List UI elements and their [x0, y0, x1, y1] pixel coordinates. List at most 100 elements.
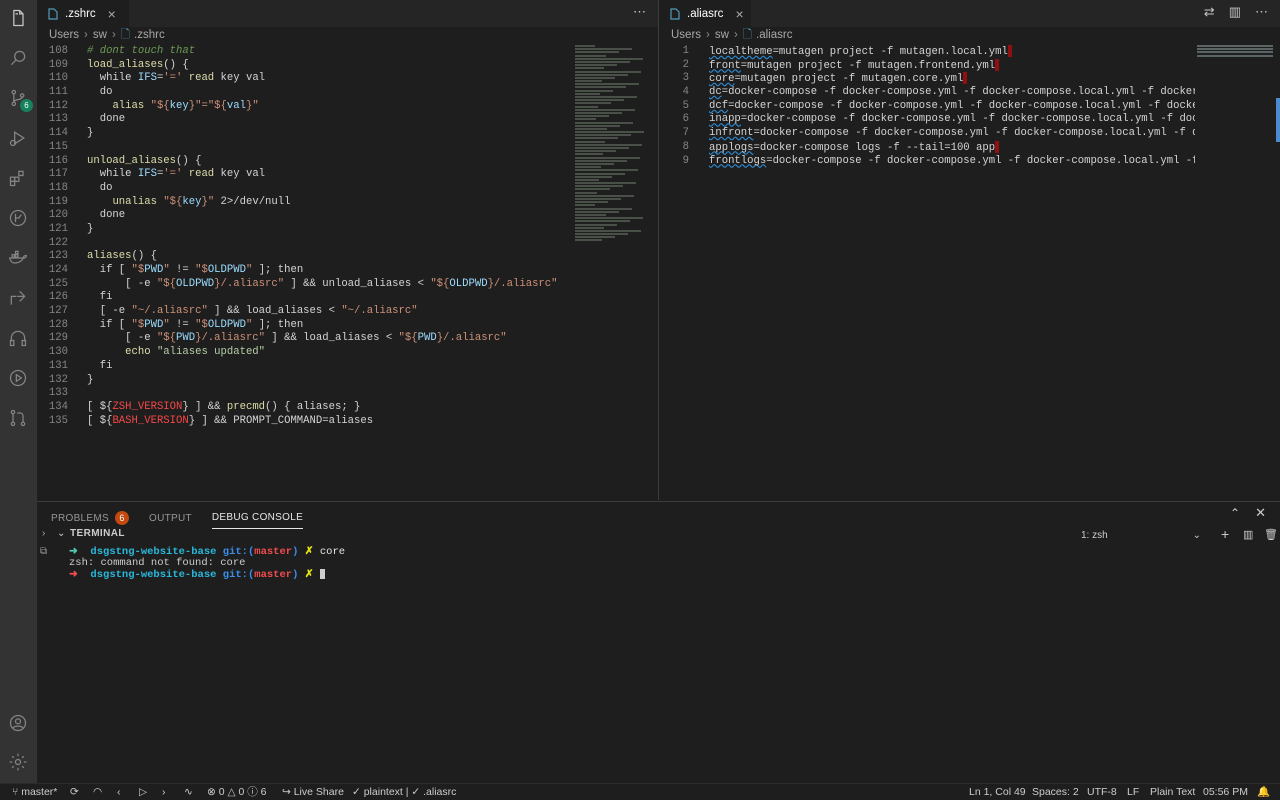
breadcrumb-item[interactable]: .aliasrc	[756, 29, 792, 41]
close-icon[interactable]: ×	[735, 6, 743, 22]
code-line[interactable]: 9 frontlogs=docker-compose -f docker-comp…	[659, 155, 1195, 169]
more-actions-icon[interactable]: ⋯	[633, 4, 646, 20]
code-line[interactable]: 128 if [ "$PWD" != "$OLDPWD" ]; then	[37, 319, 567, 333]
branch-status[interactable]: ⑂ master*	[12, 784, 57, 800]
panel-tab[interactable]: OUTPUT	[149, 507, 192, 529]
code-line[interactable]: 123 aliases() {	[37, 250, 567, 264]
more-actions-icon[interactable]: ⋯	[1255, 4, 1268, 20]
headphones-icon[interactable]	[6, 326, 30, 350]
run-debug-icon[interactable]	[6, 126, 30, 150]
code-line[interactable]: 113 done	[37, 113, 567, 127]
split-editor-icon[interactable]: ▥	[1229, 4, 1241, 20]
tab-zshrc[interactable]: .zshrc ×	[37, 0, 129, 27]
docker-icon[interactable]	[6, 246, 30, 270]
code-line[interactable]: 6 inapp=docker-compose -f docker-compose.…	[659, 113, 1195, 127]
code-line[interactable]: 126 fi	[37, 291, 567, 305]
pull-requests-icon[interactable]	[6, 406, 30, 430]
code-line[interactable]: 132}	[37, 374, 567, 388]
problems-status[interactable]: ⊗ 0 △ 0 ⓘ 6	[207, 784, 267, 800]
trash-icon[interactable]: 🗑	[1264, 528, 1278, 541]
maximize-panel-icon[interactable]: ⌃	[1230, 506, 1240, 520]
extensions-icon[interactable]	[6, 166, 30, 190]
search-icon[interactable]	[6, 46, 30, 70]
gitlens-icon[interactable]	[6, 206, 30, 230]
code-line[interactable]: 3 core=mutagen project -f mutagen.core.ym…	[659, 72, 1195, 86]
breadcrumb-item[interactable]: .zshrc	[134, 29, 165, 41]
code-line[interactable]: 131 fi	[37, 360, 567, 374]
code-line[interactable]: 117 while IFS='=' read key val	[37, 168, 567, 182]
code-line[interactable]: 130 echo "aliases updated"	[37, 346, 567, 360]
run-icon[interactable]	[6, 366, 30, 390]
code-line[interactable]: 119 unalias "${key}" 2>/dev/null	[37, 196, 567, 210]
cursor-position[interactable]: Ln 1, Col 49	[969, 784, 1026, 800]
code-line[interactable]: 133	[37, 387, 567, 401]
terminal-side-icon[interactable]: ⧉	[40, 546, 47, 557]
panel-tab[interactable]: DEBUG CONSOLE	[211, 507, 304, 529]
open-changes-icon[interactable]: ⇄	[1204, 4, 1215, 20]
settings-gear-icon[interactable]	[6, 750, 30, 774]
code-line[interactable]: 5 dcf=docker-compose -f docker-compose.ym…	[659, 100, 1195, 114]
code-line[interactable]: 110 while IFS='=' read key val	[37, 72, 567, 86]
scrollbar-thumb[interactable]	[1276, 98, 1280, 142]
breadcrumb-item[interactable]: sw	[715, 29, 729, 41]
chevron-right-icon[interactable]: ›	[42, 528, 45, 539]
eol[interactable]: LF	[1127, 784, 1139, 800]
indentation[interactable]: Spaces: 2	[1032, 784, 1079, 800]
next-icon[interactable]: ›	[162, 784, 166, 800]
breadcrumb-item[interactable]: sw	[93, 29, 107, 41]
code-editor-zshrc[interactable]: 108 # dont touch that 109 load_aliases() {1…	[37, 45, 567, 428]
split-terminal-icon[interactable]: ▥	[1243, 528, 1253, 541]
code-line[interactable]: 111 do	[37, 86, 567, 100]
live-share-icon[interactable]	[6, 286, 30, 310]
code-line[interactable]: 122	[37, 237, 567, 251]
minimap[interactable]	[1197, 45, 1273, 57]
terminal-title[interactable]: TERMINAL	[70, 528, 125, 539]
code-line[interactable]: 1 localtheme=mutagen project -f mutagen.l…	[659, 45, 1195, 59]
code-line[interactable]: 4 dc=docker-compose -f docker-compose.yml…	[659, 86, 1195, 100]
code-editor-aliasrc[interactable]: 1 localtheme=mutagen project -f mutagen.l…	[659, 45, 1195, 168]
code-line[interactable]: 125 [ -e "${OLDPWD}/.aliasrc" ] && unloa…	[37, 278, 567, 292]
code-line[interactable]: 120 done	[37, 209, 567, 223]
code-line[interactable]: 127 [ -e "~/.aliasrc" ] && load_aliases …	[37, 305, 567, 319]
source-control-icon[interactable]: 6	[6, 86, 33, 112]
code-line[interactable]: 124 if [ "$PWD" != "$OLDPWD" ]; then	[37, 264, 567, 278]
breadcrumb-item[interactable]: Users	[671, 29, 701, 41]
code-line[interactable]: 7 infront=docker-compose -f docker-compos…	[659, 127, 1195, 141]
lint-status[interactable]: ✓ plaintext | ✓ .aliasrc	[352, 784, 456, 800]
close-panel-icon[interactable]: ✕	[1255, 505, 1266, 521]
code-line[interactable]: 108 # dont touch that	[37, 45, 567, 59]
previous-icon[interactable]: ‹	[117, 784, 121, 800]
play-icon[interactable]: ▷	[139, 784, 147, 800]
sync-icon[interactable]: ⟳	[70, 784, 79, 800]
code-line[interactable]: 121}	[37, 223, 567, 237]
code-line[interactable]: 114}	[37, 127, 567, 141]
code-line[interactable]: 8 applogs=docker-compose logs -f --tail=1…	[659, 140, 1195, 155]
terminal-select[interactable]: 1: zsh ⌄	[1081, 528, 1201, 543]
code-line[interactable]: 112 alias "${key}"="${val}"	[37, 100, 567, 114]
account-icon[interactable]	[6, 711, 30, 735]
code-line[interactable]: 129 [ -e "${PWD}/.aliasrc" ] && load_ali…	[37, 332, 567, 346]
breadcrumb-item[interactable]: Users	[49, 29, 79, 41]
code-line[interactable]: 134 [ ${ZSH_VERSION} ] && precmd() { alia…	[37, 401, 567, 415]
chevron-down-icon[interactable]: ⌄	[57, 528, 65, 539]
live-share-status[interactable]: ↪ Live Share	[282, 784, 344, 800]
pulse-icon[interactable]: ∿	[184, 784, 193, 800]
add-terminal-icon[interactable]: +	[1221, 526, 1229, 542]
code-line[interactable]: 2 front=mutagen project -f mutagen.fronte…	[659, 58, 1195, 73]
minimap[interactable]	[575, 45, 647, 265]
code-line[interactable]: 109 load_aliases() {	[37, 59, 567, 73]
code-line[interactable]: 115	[37, 141, 567, 155]
alias-name: applogs	[709, 141, 754, 154]
language-mode[interactable]: Plain Text	[1150, 784, 1195, 800]
headphones-status-icon[interactable]: ◠	[93, 784, 102, 800]
tab-aliasrc[interactable]: .aliasrc ×	[659, 0, 751, 27]
close-icon[interactable]: ×	[108, 6, 116, 22]
encoding[interactable]: UTF-8	[1087, 784, 1117, 800]
code-line[interactable]: 118 do	[37, 182, 567, 196]
panel-tab[interactable]: PROBLEMS 6	[51, 507, 129, 529]
code-line[interactable]: 135 [ ${BASH_VERSION} ] && PROMPT_COMMAND…	[37, 415, 567, 429]
code-line[interactable]: 116 unload_aliases() {	[37, 155, 567, 169]
terminal-output[interactable]: ➜ dsgstng-website-base git:(master) ✗ co…	[69, 547, 345, 581]
bell-icon[interactable]: 🔔	[1257, 784, 1270, 800]
explorer-icon[interactable]	[6, 6, 30, 30]
